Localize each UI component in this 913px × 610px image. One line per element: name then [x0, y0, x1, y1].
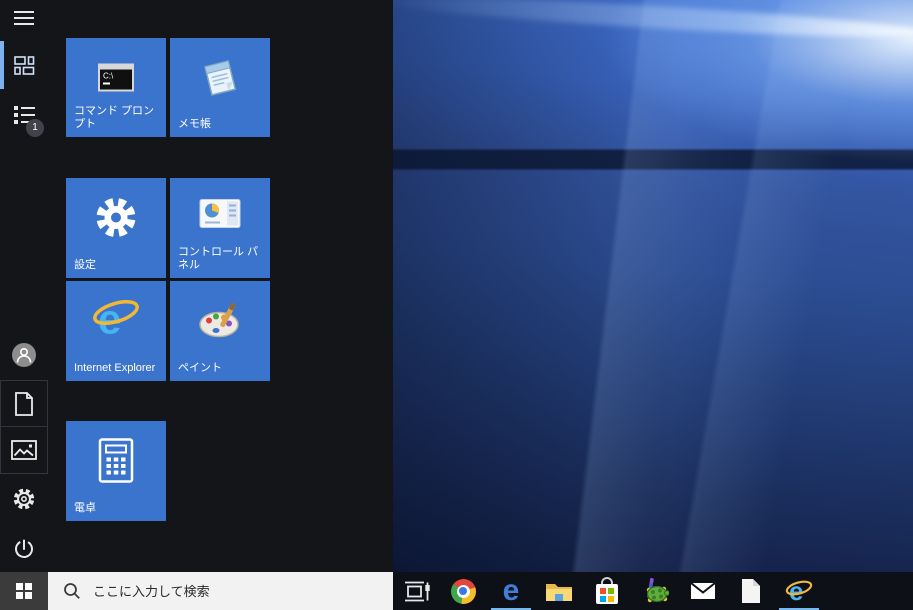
- tile-label: 設定: [74, 259, 163, 273]
- power-button[interactable]: [0, 524, 48, 572]
- recently-added-badge: 1: [26, 119, 44, 137]
- edge-icon: e: [503, 576, 520, 606]
- settings-button[interactable]: [0, 475, 48, 523]
- paint-palette-icon: [196, 300, 244, 347]
- start-menu-panel: 1: [0, 0, 393, 572]
- taskbar-search[interactable]: [48, 572, 393, 610]
- internet-explorer-icon: e: [785, 577, 813, 605]
- tile-label: コマンド プロンプト: [74, 105, 163, 133]
- internet-explorer-button[interactable]: e: [775, 572, 823, 610]
- taskbar-icon-row: e: [393, 572, 823, 610]
- internet-explorer-icon: e: [91, 295, 141, 346]
- document-button[interactable]: [727, 572, 775, 610]
- tile-settings[interactable]: 設定: [66, 178, 166, 278]
- file-explorer-icon: [545, 580, 573, 603]
- control-panel-icon: [199, 199, 241, 236]
- svg-text:C:\: C:\: [103, 71, 114, 80]
- hamburger-menu-icon: [14, 11, 34, 25]
- task-view-button[interactable]: [393, 572, 439, 610]
- taskbar: e: [0, 572, 913, 610]
- calculator-icon: [98, 438, 134, 489]
- turtle-app-icon: [641, 577, 669, 605]
- search-icon: [63, 582, 81, 600]
- task-view-icon: [403, 579, 430, 603]
- start-button[interactable]: [0, 572, 48, 610]
- documents-icon: [13, 392, 35, 416]
- mail-button[interactable]: [679, 572, 727, 610]
- tile-paint[interactable]: ペイント: [170, 281, 270, 381]
- pictures-button[interactable]: [0, 426, 48, 474]
- chrome-button[interactable]: [439, 572, 487, 610]
- desktop-wallpaper: [393, 0, 913, 572]
- desktop-screen: 1: [0, 0, 913, 610]
- microsoft-store-icon: [595, 577, 619, 605]
- chrome-icon: [451, 579, 476, 604]
- pinned-tiles-button[interactable]: [0, 41, 48, 89]
- user-avatar-icon: [12, 343, 36, 367]
- microsoft-store-button[interactable]: [583, 572, 631, 610]
- search-input[interactable]: [91, 583, 371, 600]
- tile-internet-explorer[interactable]: e Internet Explorer: [66, 281, 166, 381]
- pinned-tiles-icon: [14, 56, 35, 75]
- windows-start-icon: [16, 583, 33, 600]
- file-explorer-button[interactable]: [535, 572, 583, 610]
- document-icon: [741, 578, 761, 604]
- mail-icon: [690, 582, 716, 600]
- tile-command-prompt[interactable]: C:\ コマンド プロンプト: [66, 38, 166, 137]
- expand-menu-button[interactable]: [0, 0, 48, 36]
- all-apps-button[interactable]: 1: [0, 91, 48, 139]
- start-menu-rail: 1: [0, 0, 48, 572]
- tile-calculator[interactable]: 電卓: [66, 421, 166, 521]
- notepad-icon: [198, 56, 242, 103]
- pictures-icon: [11, 440, 37, 460]
- command-prompt-icon: C:\: [98, 63, 134, 96]
- tile-notepad[interactable]: メモ帳: [170, 38, 270, 137]
- wallpaper-light-beam: [393, 0, 913, 44]
- power-icon: [13, 537, 35, 559]
- tile-label: Internet Explorer: [74, 362, 163, 376]
- user-account-button[interactable]: [0, 331, 48, 379]
- turtle-app-button[interactable]: [631, 572, 679, 610]
- edge-button[interactable]: e: [487, 572, 535, 610]
- settings-gear-icon: [12, 487, 36, 511]
- settings-gear-icon: [93, 195, 139, 246]
- tile-label: メモ帳: [178, 118, 267, 132]
- tile-control-panel[interactable]: コントロール パネル: [170, 178, 270, 278]
- tile-label: コントロール パネル: [178, 246, 267, 274]
- tile-label: 電卓: [74, 502, 163, 516]
- tile-label: ペイント: [178, 362, 267, 376]
- documents-button[interactable]: [0, 380, 48, 427]
